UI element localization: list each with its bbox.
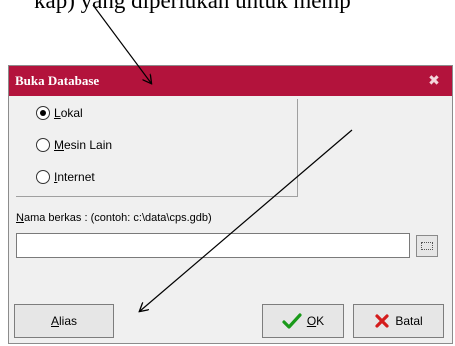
- dialog-title: Buka Database: [15, 73, 100, 88]
- radio-label-lokal: Lokal: [54, 106, 83, 120]
- alias-button-label: Alias: [50, 314, 78, 328]
- filename-label: Nama berkas : (contoh: c:\data\cps.gdb): [16, 212, 212, 224]
- open-database-dialog: Buka Database ✖ Lokal Mesin Lain Interne…: [8, 65, 453, 344]
- radio-label-mesin-lain: Mesin Lain: [54, 138, 113, 152]
- cancel-button[interactable]: Batal: [353, 304, 444, 338]
- radio-option-internet[interactable]: Internet: [36, 166, 95, 188]
- ok-button-label: OK: [306, 314, 325, 328]
- close-icon[interactable]: ✖: [426, 72, 442, 88]
- radio-option-mesin-lain[interactable]: Mesin Lain: [36, 134, 112, 156]
- dialog-titlebar: Buka Database ✖: [9, 66, 452, 96]
- page-caption-text: kap) yang diperlukan untuk memp: [34, 0, 351, 13]
- folder-browse-icon[interactable]: [416, 235, 438, 257]
- radio-unselected-icon[interactable]: [36, 170, 50, 184]
- radio-selected-icon[interactable]: [36, 106, 50, 120]
- cancel-button-label: Batal: [395, 314, 423, 328]
- x-cancel-icon: [374, 313, 390, 329]
- radio-label-internet: Internet: [54, 170, 95, 184]
- radio-unselected-icon[interactable]: [36, 138, 50, 152]
- ok-button[interactable]: OK: [262, 304, 344, 338]
- checkmark-icon: [282, 313, 302, 329]
- alias-button[interactable]: Alias: [14, 304, 114, 338]
- radio-option-lokal[interactable]: Lokal: [36, 102, 83, 124]
- filename-input[interactable]: [16, 233, 410, 258]
- location-radio-group: Lokal Mesin Lain Internet: [16, 99, 298, 197]
